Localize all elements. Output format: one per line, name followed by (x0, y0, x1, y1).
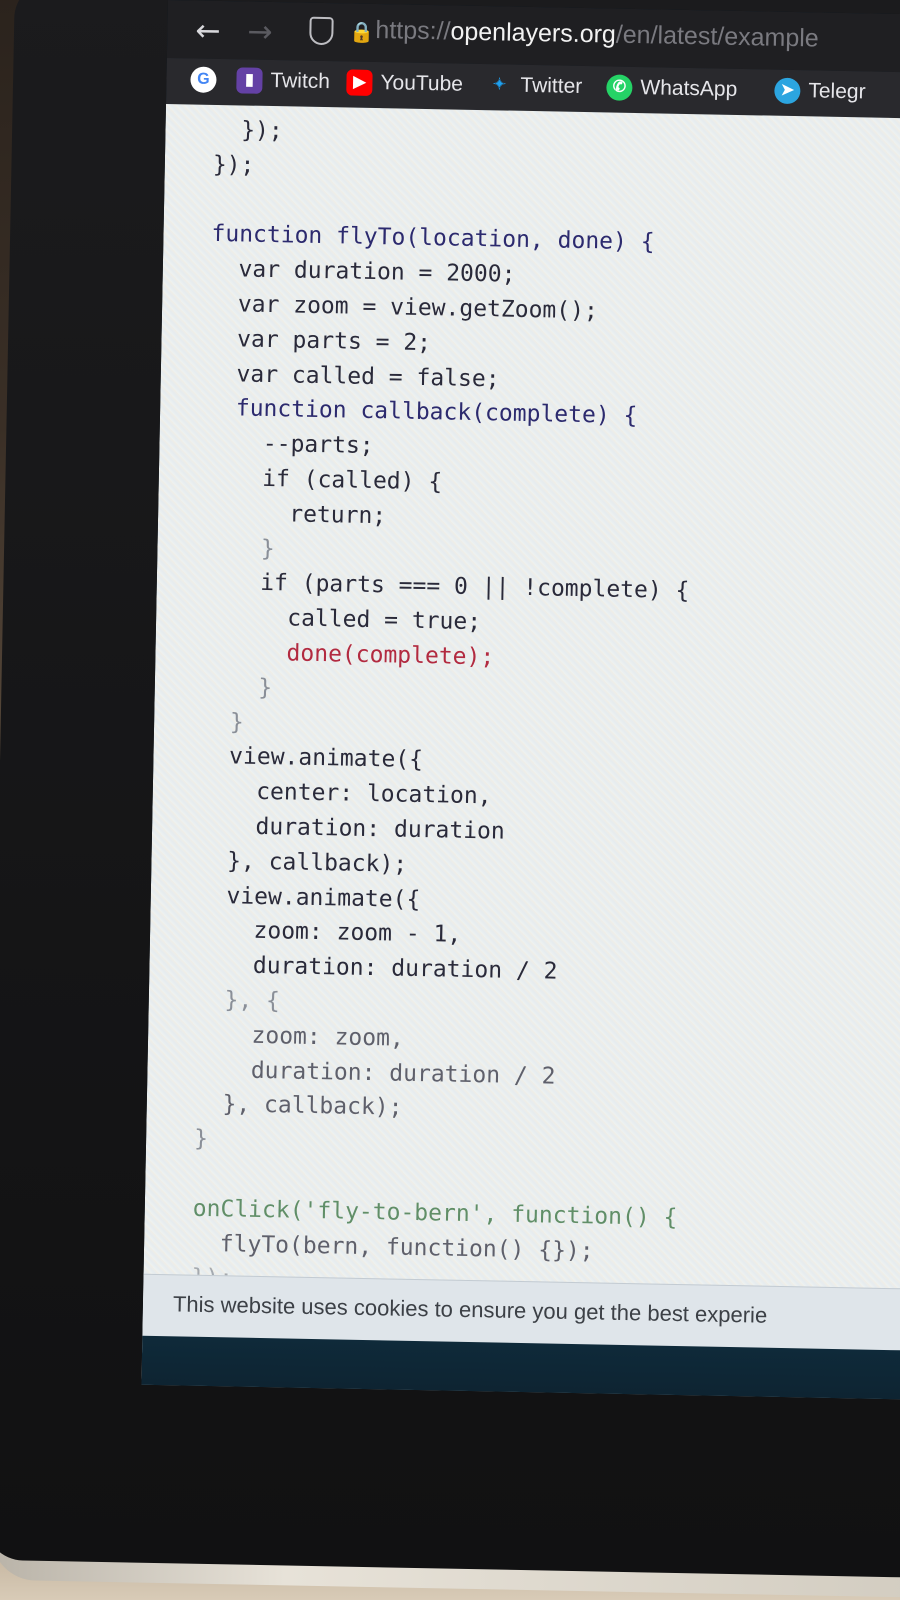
code-line: center: location, (200, 777, 492, 810)
code-line: return; (205, 499, 387, 530)
telegram-icon: ➤ (774, 77, 801, 105)
bookmark-label: YouTube (380, 71, 464, 96)
code-line: } (205, 534, 275, 562)
code-line: called = true; (203, 603, 482, 636)
code-block: }); }); function flyTo(location, done) {… (191, 113, 698, 1305)
bookmark-label: Telegr (808, 79, 866, 104)
code-line: onClick('fly-to-bern', function() { (192, 1195, 678, 1231)
whatsapp-icon: ✆ (606, 74, 633, 101)
cookie-banner-text: This website uses cookies to ensure you … (172, 1291, 768, 1328)
code-line: zoom: zoom - 1, (197, 917, 462, 949)
twitter-icon: ✦ (492, 76, 507, 94)
google-icon[interactable]: G (190, 66, 217, 93)
code-line: var zoom = view.getZoom(); (209, 290, 599, 325)
bookmark-telegram[interactable]: ➤ Telegr (774, 77, 866, 106)
bookmark-twitter[interactable]: ✦ Twitter (486, 72, 583, 100)
bookmark-label: Twitter (520, 73, 583, 98)
bookmark-youtube[interactable]: ▶ YouTube (346, 69, 463, 97)
code-line: var parts = 2; (209, 325, 432, 356)
code-line: function callback(complete) { (207, 395, 638, 430)
bookmark-whatsapp[interactable]: ✆ WhatsApp (606, 74, 737, 103)
code-line: duration: duration / 2 (195, 1056, 556, 1090)
arrow-left-icon[interactable]: ← (195, 14, 221, 49)
code-line: view.animate({ (198, 882, 421, 913)
code-line: } (202, 673, 273, 701)
code-line: view.animate({ (201, 743, 424, 774)
bookmark-twitch[interactable]: ▮ Twitch (236, 67, 330, 95)
code-line: zoom: zoom, (195, 1021, 405, 1052)
code-line: if (parts === 0 || !complete) { (204, 569, 690, 605)
code-line: }, { (196, 986, 281, 1015)
code-line: }, callback); (199, 847, 408, 878)
lock-icon: 🔒 (349, 19, 375, 44)
twitch-icon: ▮ (236, 67, 263, 94)
code-line: } (193, 1125, 209, 1153)
bookmark-label: WhatsApp (640, 76, 738, 101)
laptop-screen: ← → 🔒 https://openlayers.org/en/latest/e… (141, 0, 900, 1400)
code-line: }); (213, 116, 284, 145)
code-line: --parts; (207, 430, 374, 460)
code-line: if (called) { (206, 464, 443, 496)
photo-scene: ← → 🔒 https://openlayers.org/en/latest/e… (0, 0, 900, 1600)
code-line: function flyTo(location, done) { (211, 221, 655, 256)
code-line: var called = false; (208, 360, 500, 393)
page-content: }); }); function flyTo(location, done) {… (141, 103, 900, 1400)
code-line: }); (212, 151, 255, 179)
youtube-icon: ▶ (346, 69, 373, 96)
code-line: done(complete); (203, 638, 495, 671)
url-path: /en/latest/example (615, 20, 819, 53)
code-line: flyTo(bern, function() {}); (191, 1230, 594, 1264)
code-line: } (201, 708, 244, 736)
bookmark-label: Twitch (270, 68, 331, 94)
code-line: }, callback); (194, 1091, 403, 1122)
url-domain: openlayers.org (450, 17, 617, 49)
code-line: duration: duration / 2 (197, 951, 558, 985)
code-line: duration: duration (199, 812, 505, 845)
url-bar[interactable]: https://openlayers.org/en/latest/example (375, 16, 819, 54)
arrow-right-icon[interactable]: → (247, 15, 273, 50)
url-protocol: https:// (375, 15, 451, 46)
shield-icon[interactable] (309, 16, 334, 46)
code-line: var duration = 2000; (210, 256, 516, 288)
